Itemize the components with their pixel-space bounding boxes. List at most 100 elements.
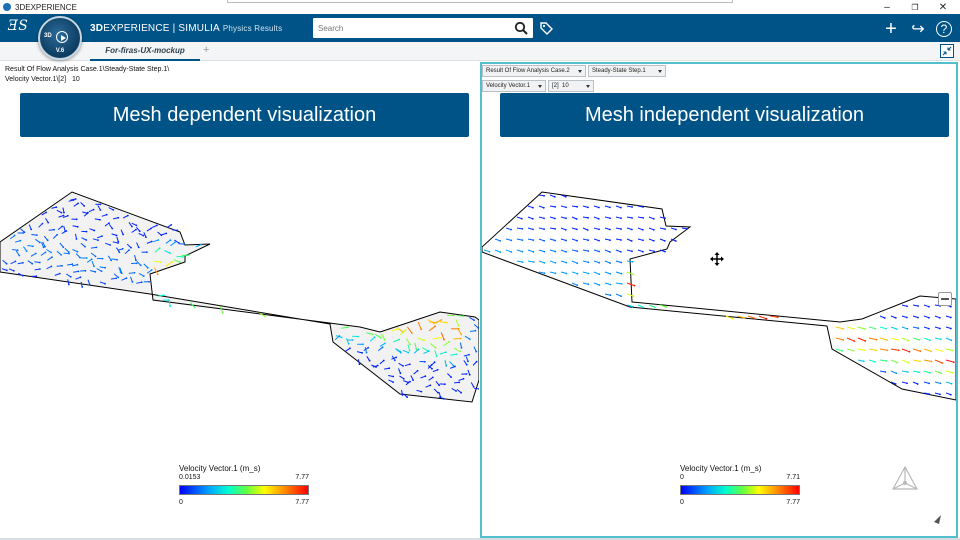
app-brand: 3DEXPERIENCE | SIMULIA Physics Results	[90, 23, 282, 34]
velocity-arrow-head	[842, 328, 844, 330]
velocity-arrow-head	[125, 277, 128, 280]
top-bar: ƎS 3DEXPERIENCE | SIMULIA Physics Results…	[0, 14, 960, 42]
axis-triad-icon[interactable]	[891, 465, 919, 490]
compass-widget[interactable]: 3D V.6	[38, 16, 82, 60]
legend-bottom-max: 7.77	[786, 499, 800, 506]
velocity-arrow-head	[176, 229, 179, 232]
velocity-arrow-head	[743, 317, 746, 319]
tag-icon[interactable]	[539, 21, 553, 35]
velocity-arrow-head	[919, 350, 922, 353]
velocity-arrow-head	[467, 360, 469, 363]
velocity-arrow-head	[460, 391, 462, 394]
velocity-arrow-head	[76, 263, 79, 266]
velocity-arrow-head	[445, 365, 448, 367]
move-cursor-icon	[710, 252, 724, 266]
velocity-arrow-head	[142, 275, 145, 277]
step-selector[interactable]: Steady-State Step.1	[588, 65, 666, 77]
velocity-arrow-head	[928, 382, 930, 385]
velocity-arrow-head	[609, 206, 611, 209]
velocity-arrow-head	[5, 262, 8, 265]
velocity-arrow-head	[427, 350, 430, 353]
search-icon[interactable]	[514, 21, 528, 35]
legend-color-bar	[680, 485, 800, 495]
velocity-arrow-head	[499, 251, 502, 254]
velocity-arrow-head	[906, 316, 908, 319]
case-selector-value: Result Of Flow Analysis Case.2	[486, 68, 570, 74]
velocity-arrow-head	[631, 228, 633, 231]
velocity-arrow-head	[654, 306, 656, 309]
velocity-arrow-head	[109, 244, 111, 246]
ds-logo-icon[interactable]: ƎS	[8, 18, 28, 34]
velocity-arrow-head	[430, 364, 433, 366]
case-selector[interactable]: Result Of Flow Analysis Case.2	[482, 65, 586, 77]
tab-for-firas-ux-mockup[interactable]: For-firas-UX-mockup	[90, 42, 200, 61]
velocity-arrow-head	[632, 295, 635, 297]
velocity-arrow-head	[455, 353, 458, 356]
component-frame-selector[interactable]: [2] 10	[548, 80, 594, 92]
compass-play-icon[interactable]	[56, 31, 68, 43]
velocity-arrow-head	[399, 372, 402, 375]
velocity-arrow-head	[950, 327, 952, 330]
velocity-arrow-head	[156, 273, 159, 276]
velocity-arrow-head	[532, 206, 534, 209]
velocity-arrow-head	[398, 338, 401, 341]
velocity-arrow-head	[554, 272, 557, 275]
velocity-arrow-head	[531, 217, 534, 220]
share-button[interactable]: ↪	[909, 20, 927, 38]
left-viewport[interactable]: Result Of Flow Analysis Case.1\Steady-St…	[0, 62, 479, 538]
velocity-arrow-head	[437, 391, 439, 394]
velocity-arrow-head	[554, 261, 557, 264]
velocity-arrow-head	[565, 251, 567, 253]
left-color-legend: Velocity Vector.1 (m_s) 0.0153 7.77 0 7.…	[179, 464, 309, 509]
velocity-arrow-head	[918, 339, 921, 341]
vector-selector[interactable]: Velocity Vector.1	[482, 80, 546, 92]
legend-title: Velocity Vector.1 (m_s)	[179, 464, 261, 473]
velocity-arrow-head	[886, 339, 888, 341]
velocity-arrow-head	[609, 217, 611, 220]
velocity-arrow-head	[169, 305, 172, 308]
velocity-arrow-head	[586, 229, 589, 231]
maximize-button[interactable]: ❐	[902, 0, 928, 14]
restore-view-button[interactable]	[940, 44, 954, 58]
side-panel-button[interactable]	[938, 292, 952, 306]
search-input[interactable]	[313, 18, 503, 39]
velocity-arrow-head	[907, 361, 910, 364]
velocity-arrow-head	[349, 347, 351, 350]
velocity-arrow-head	[415, 348, 418, 351]
velocity-arrow-head	[468, 338, 471, 340]
velocity-arrow-head	[44, 245, 46, 248]
help-button[interactable]: ?	[936, 21, 952, 37]
velocity-arrow-head	[169, 239, 172, 242]
close-button[interactable]: ✕	[930, 0, 956, 14]
velocity-arrow-head	[12, 269, 15, 272]
velocity-arrow-head	[940, 350, 943, 353]
velocity-arrow-head	[142, 234, 145, 237]
velocity-arrow-head	[150, 269, 153, 271]
velocity-arrow-head	[46, 239, 49, 242]
velocity-arrow-head	[543, 194, 545, 197]
velocity-arrow-head	[532, 228, 534, 231]
brand-bold: 3D	[90, 23, 104, 34]
velocity-arrow-head	[631, 250, 633, 253]
velocity-arrow-head	[950, 339, 953, 342]
add-button[interactable]: +	[882, 18, 900, 40]
velocity-arrow-head	[140, 281, 143, 284]
velocity-arrow-head	[50, 265, 53, 268]
velocity-arrow-head	[412, 379, 414, 381]
right-viewport[interactable]: Result Of Flow Analysis Case.2 Steady-St…	[480, 62, 958, 538]
add-tab-button[interactable]: +	[203, 44, 209, 56]
velocity-arrow-head	[22, 232, 24, 234]
velocity-arrow-head	[105, 213, 108, 216]
velocity-arrow-head	[938, 316, 941, 319]
vector-selector-value: Velocity Vector.1	[486, 83, 531, 89]
velocity-arrow-head	[930, 350, 932, 353]
velocity-arrow-head	[620, 239, 622, 241]
chevron-down-icon	[538, 85, 542, 88]
velocity-arrow-head	[665, 306, 668, 308]
velocity-arrow-head	[138, 230, 141, 233]
velocity-arrow-head	[609, 228, 611, 231]
velocity-arrow-head	[928, 305, 930, 308]
minimize-button[interactable]: –	[874, 0, 900, 14]
velocity-arrow-head	[553, 195, 556, 198]
velocity-arrow-head	[907, 339, 910, 342]
